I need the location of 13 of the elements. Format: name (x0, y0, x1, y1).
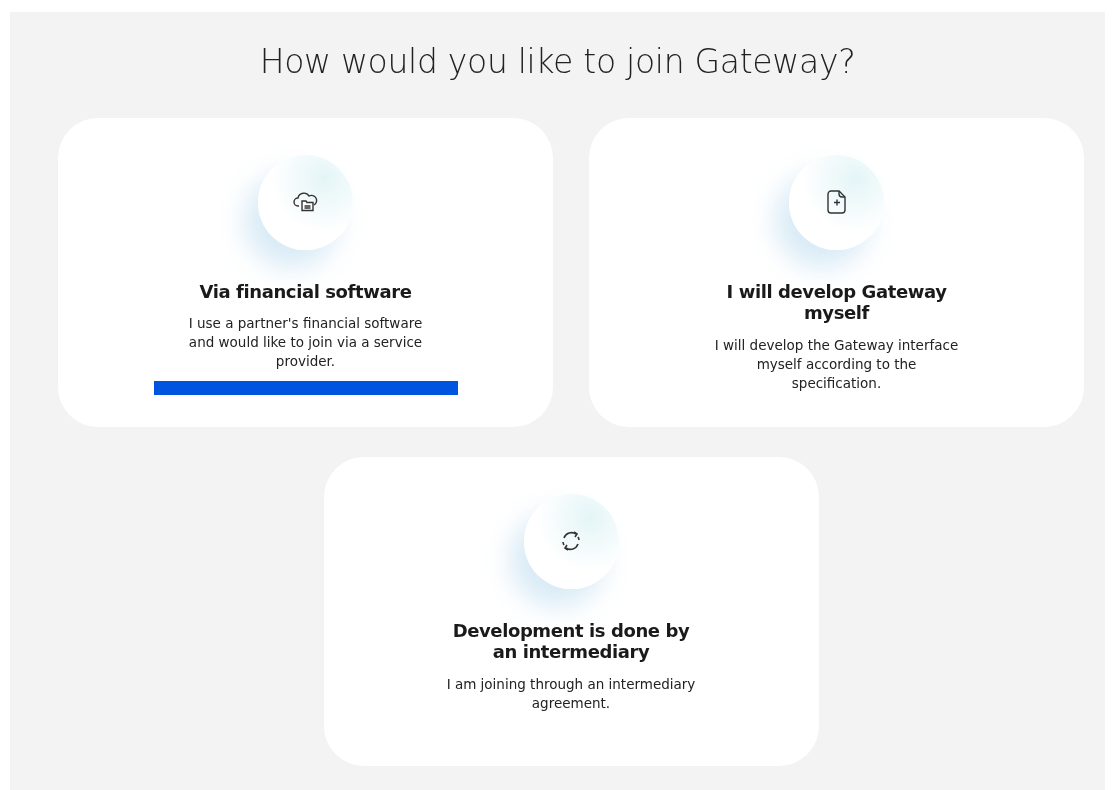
option-title: Via financial software (199, 280, 412, 303)
option-description: I will develop the Gateway interface myself according to the specification. (713, 335, 960, 393)
option-card[interactable]: Development is done by an intermediary I am joining through an intermediary agreement. (323, 456, 819, 766)
page-heading: How would you like to join Gateway? (258, 42, 857, 82)
option-description: I use a partner's financial software and would like to join via a service provider. (187, 314, 424, 371)
option-description: I am joining through an intermediary agreement. (446, 674, 696, 713)
option-card[interactable]: I will develop Gateway myself I will develop the Gateway interface myself according to the specification. (589, 117, 1084, 427)
document-plus-icon (826, 190, 847, 215)
option-title: I will develop Gateway myself (725, 280, 948, 324)
cloud-folder-icon (292, 191, 319, 214)
option-card[interactable]: Via financial software I use a partner's financial software and would like to join via a service provider. (58, 117, 553, 427)
refresh-icon (560, 530, 582, 553)
option-title: Development is done by an intermediary (451, 619, 691, 663)
